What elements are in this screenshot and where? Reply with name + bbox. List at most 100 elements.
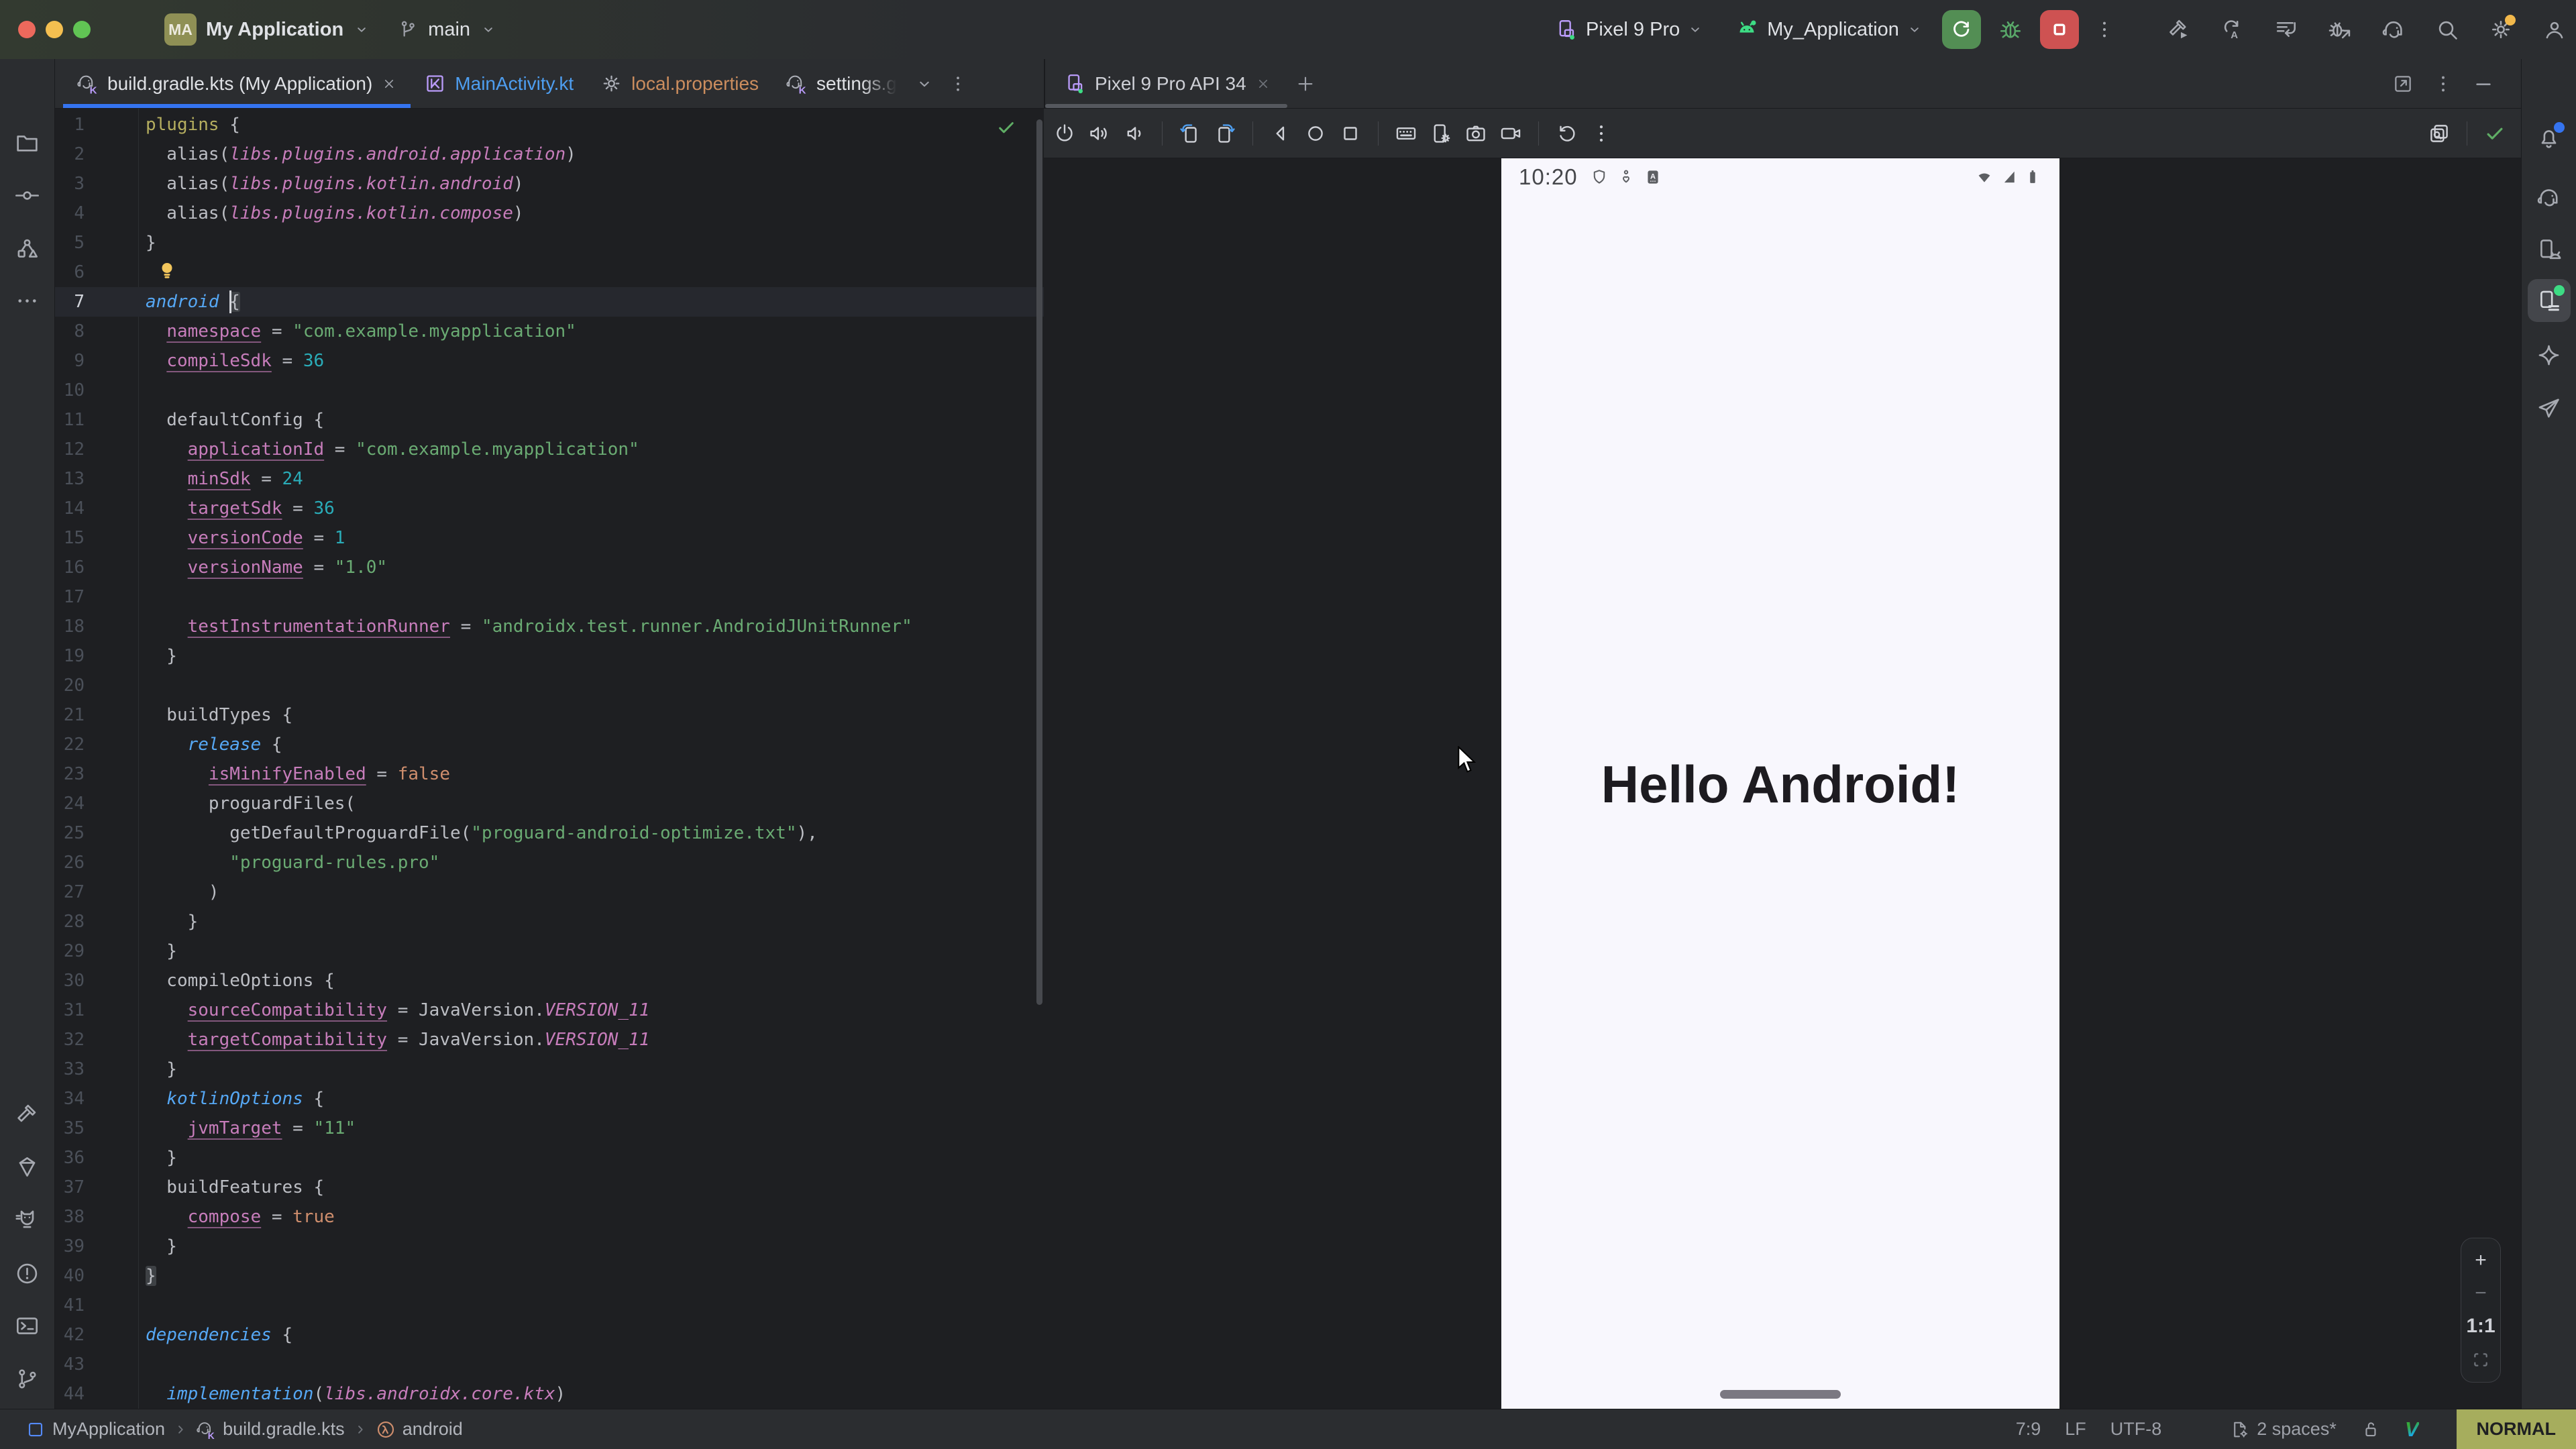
tool-window-button-structure[interactable]: [6, 227, 49, 270]
breadcrumb-item[interactable]: build.gradle.kts: [223, 1419, 345, 1440]
code-line-24[interactable]: 24 proguardFiles(: [55, 789, 1044, 818]
code-editor[interactable]: 1plugins {2 alias(libs.plugins.android.a…: [55, 109, 1044, 1409]
caret-position-widget[interactable]: 7:9: [2016, 1419, 2041, 1440]
tool-window-button-gradle-elephant[interactable]: [2528, 176, 2571, 219]
code-line-26[interactable]: 26 "proguard-rules.pro": [55, 848, 1044, 877]
tool-window-button-running-devices[interactable]: [2528, 279, 2571, 322]
code-line-14[interactable]: 14 targetSdk = 36: [55, 494, 1044, 523]
attach-debugger-icon[interactable]: [2328, 17, 2352, 42]
project-selector[interactable]: My Application: [206, 19, 343, 41]
code-line-36[interactable]: 36 }: [55, 1143, 1044, 1173]
rotate-right-icon[interactable]: [1214, 122, 1236, 145]
code-line-12[interactable]: 12 applicationId = "com.example.myapplic…: [55, 435, 1044, 464]
ui-check-icon[interactable]: [2428, 122, 2451, 145]
code-line-42[interactable]: 42dependencies {: [55, 1320, 1044, 1350]
open-in-window-icon[interactable]: [2392, 73, 2414, 95]
code-line-1[interactable]: 1plugins {: [55, 110, 1044, 140]
code-line-7[interactable]: 7android {: [55, 287, 1044, 317]
code-line-37[interactable]: 37 buildFeatures {: [55, 1173, 1044, 1202]
new-device-tab-button[interactable]: [1295, 74, 1316, 94]
code-line-16[interactable]: 16 versionName = "1.0": [55, 553, 1044, 582]
zoom-out-button[interactable]: −: [2475, 1283, 2487, 1303]
apply-code-changes-icon[interactable]: [2274, 17, 2298, 42]
encoding-widget[interactable]: UTF-8: [2110, 1419, 2162, 1440]
tool-window-button-version-control[interactable]: [6, 1357, 49, 1400]
tab-pixel-9-pro-api-34[interactable]: Pixel 9 Pro API 34: [1052, 59, 1283, 108]
code-line-39[interactable]: 39 }: [55, 1232, 1044, 1261]
rerun-button[interactable]: [1942, 10, 1981, 49]
volume-up-icon[interactable]: [1088, 122, 1111, 145]
close-window-button[interactable]: [18, 21, 36, 38]
code-line-9[interactable]: 9 compileSdk = 36: [55, 346, 1044, 376]
code-line-19[interactable]: 19 }: [55, 641, 1044, 671]
editor-tab-local.properties[interactable]: local.properties: [587, 59, 772, 108]
zoom-actual-size-button[interactable]: 1:1: [2466, 1316, 2495, 1336]
power-icon[interactable]: [1053, 122, 1076, 145]
maximize-window-button[interactable]: [73, 21, 91, 38]
emulator-screen[interactable]: 10:20 A Hello Android!: [1501, 158, 2059, 1409]
stop-button[interactable]: [2040, 10, 2079, 49]
run-configuration-selector[interactable]: My_Application: [1767, 19, 1899, 41]
code-line-10[interactable]: 10: [55, 376, 1044, 405]
tool-window-button-terminal[interactable]: [6, 1304, 49, 1347]
volume-down-icon[interactable]: [1123, 122, 1146, 145]
code-line-41[interactable]: 41: [55, 1291, 1044, 1320]
code-line-22[interactable]: 22 release {: [55, 730, 1044, 759]
code-line-29[interactable]: 29 }: [55, 936, 1044, 966]
breadcrumb-item[interactable]: android: [402, 1419, 463, 1440]
code-line-21[interactable]: 21 buildTypes {: [55, 700, 1044, 730]
code-line-18[interactable]: 18 testInstrumentationRunner = "androidx…: [55, 612, 1044, 641]
code-line-32[interactable]: 32 targetCompatibility = JavaVersion.VER…: [55, 1025, 1044, 1055]
inspections-ok-icon[interactable]: [996, 117, 1017, 138]
kebab-vertical-icon[interactable]: [2432, 73, 2454, 95]
kebab-vertical-icon[interactable]: [948, 74, 968, 94]
branch-selector[interactable]: main: [428, 19, 470, 41]
code-line-8[interactable]: 8 namespace = "com.example.myapplication…: [55, 317, 1044, 346]
tool-window-button-problems[interactable]: [6, 1252, 49, 1295]
tool-window-button-bell[interactable]: [2528, 116, 2571, 159]
indent-widget[interactable]: 2 spaces*: [2230, 1419, 2337, 1440]
rotate-left-icon[interactable]: [1179, 122, 1201, 145]
tool-window-button-gemini-sparkle[interactable]: [2528, 333, 2571, 376]
code-line-23[interactable]: 23 isMinifyEnabled = false: [55, 759, 1044, 789]
zoom-in-button[interactable]: +: [2475, 1250, 2487, 1271]
nav-back-icon[interactable]: [1269, 122, 1292, 145]
screen-record-icon[interactable]: [1499, 122, 1522, 145]
code-line-33[interactable]: 33 }: [55, 1055, 1044, 1084]
editor-tab-settings.g[interactable]: Ksettings.g: [772, 59, 910, 108]
project-avatar[interactable]: MA: [164, 13, 197, 46]
close-icon[interactable]: [1255, 76, 1271, 92]
tool-window-button-project-folder[interactable]: [6, 121, 49, 164]
gesture-navigation-pill[interactable]: [1720, 1390, 1841, 1399]
code-line-5[interactable]: 5}: [55, 228, 1044, 258]
tool-window-button-device-manager[interactable]: [2528, 227, 2571, 270]
snapshots-icon[interactable]: [1555, 122, 1578, 145]
editor-scrollbar[interactable]: [1036, 119, 1042, 1005]
gradle-sync-icon[interactable]: [2381, 17, 2406, 42]
editor-tab-MainActivity.kt[interactable]: MainActivity.kt: [411, 59, 587, 108]
line-separator-widget[interactable]: LF: [2065, 1419, 2086, 1440]
code-line-31[interactable]: 31 sourceCompatibility = JavaVersion.VER…: [55, 996, 1044, 1025]
code-line-15[interactable]: 15 versionCode = 1: [55, 523, 1044, 553]
vim-plugin-icon[interactable]: V: [2405, 1417, 2419, 1442]
code-line-2[interactable]: 2 alias(libs.plugins.android.application…: [55, 140, 1044, 169]
editor-tab-build.gradle.kts[interactable]: Kbuild.gradle.kts (My Application): [63, 59, 411, 108]
hardware-input-icon[interactable]: [1395, 122, 1417, 145]
minimize-icon[interactable]: [2473, 73, 2494, 95]
chevron-down-icon[interactable]: [914, 74, 934, 94]
code-line-30[interactable]: 30 compileOptions {: [55, 966, 1044, 996]
code-line-27[interactable]: 27 ): [55, 877, 1044, 907]
ai-assistant-off-icon[interactable]: [2186, 1419, 2206, 1440]
build-hammer-run-icon[interactable]: [2167, 17, 2191, 42]
chevron-down-icon[interactable]: [1686, 21, 1704, 38]
tool-window-button-logcat-cat[interactable]: [6, 1197, 49, 1240]
code-line-25[interactable]: 25 getDefaultProguardFile("proguard-andr…: [55, 818, 1044, 848]
code-line-40[interactable]: 40}: [55, 1261, 1044, 1291]
minimize-window-button[interactable]: [46, 21, 63, 38]
kebab-vertical-icon[interactable]: [1590, 122, 1613, 145]
close-icon[interactable]: [381, 76, 397, 92]
tool-window-button-paper-plane[interactable]: [2528, 386, 2571, 429]
code-line-34[interactable]: 34 kotlinOptions {: [55, 1084, 1044, 1114]
device-selector[interactable]: Pixel 9 Pro: [1586, 19, 1680, 41]
code-line-6[interactable]: 6: [55, 258, 1044, 287]
